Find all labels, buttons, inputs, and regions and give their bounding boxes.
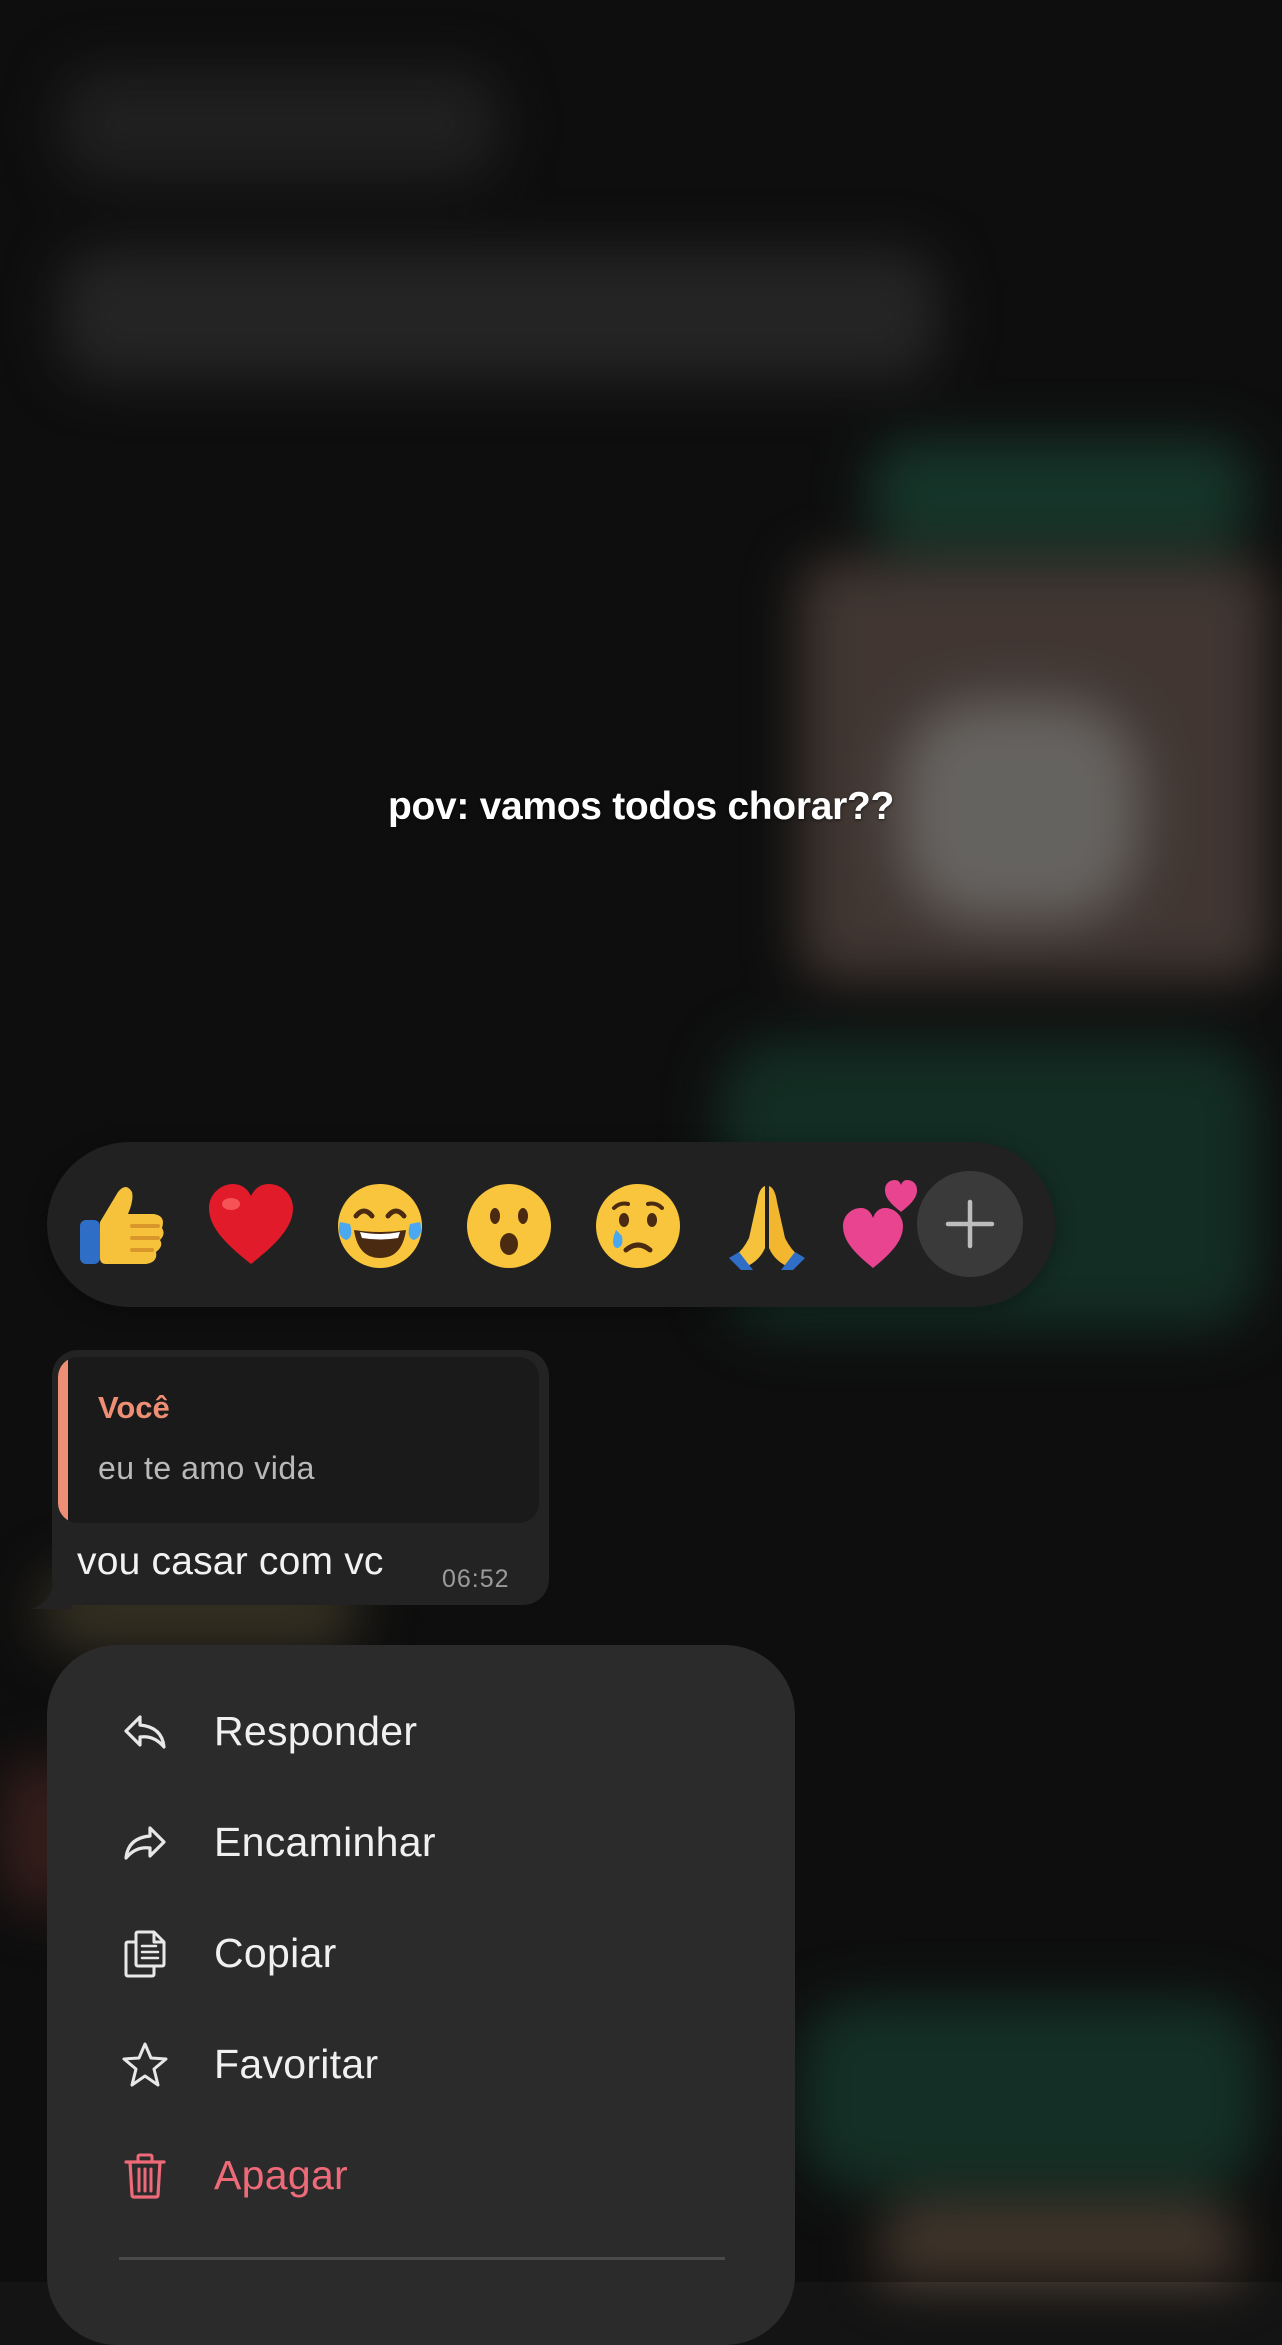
- plus-icon: [945, 1199, 995, 1249]
- reaction-surprised-face[interactable]: [459, 1178, 559, 1274]
- copy-icon: [119, 1928, 171, 1980]
- reaction-folded-hands[interactable]: [717, 1178, 817, 1274]
- folded-hands-icon: [729, 1186, 805, 1270]
- tears-of-joy-icon: [338, 1184, 422, 1268]
- add-reaction-button[interactable]: [917, 1171, 1023, 1277]
- menu-divider: [119, 2257, 725, 2260]
- star-icon: [119, 2039, 171, 2091]
- message-text: vou casar com vc: [77, 1540, 384, 1583]
- crying-face-icon: [596, 1184, 680, 1268]
- surprised-face-icon: [467, 1184, 551, 1268]
- message-context-menu: Responder Encaminhar Copiar Favoritar Ap…: [47, 1645, 795, 2345]
- menu-item-apagar[interactable]: Apagar: [47, 2124, 795, 2224]
- menu-label: Encaminhar: [214, 1819, 436, 1865]
- menu-label: Apagar: [214, 2152, 349, 2198]
- menu-item-responder[interactable]: Responder: [47, 1680, 795, 1780]
- reaction-crying-face[interactable]: [588, 1178, 688, 1274]
- menu-label: Favoritar: [214, 2041, 379, 2087]
- quoted-reply[interactable]: Você eu te amo vida: [58, 1357, 539, 1523]
- forward-icon: [119, 1817, 171, 1869]
- trash-icon: [119, 2150, 171, 2202]
- message-timestamp: 06:52: [442, 1565, 510, 1593]
- menu-label: Copiar: [214, 1930, 337, 1976]
- thumbs-up-icon: [80, 1187, 164, 1264]
- quote-accent-bar: [58, 1357, 68, 1523]
- menu-label: Responder: [214, 1708, 418, 1754]
- reply-icon: [119, 1706, 171, 1758]
- reaction-thumbs-up[interactable]: [72, 1178, 172, 1274]
- quote-author: Você: [98, 1390, 170, 1425]
- quote-text: eu te amo vida: [98, 1450, 315, 1486]
- heart-icon: [209, 1184, 293, 1264]
- menu-item-favoritar[interactable]: Favoritar: [47, 2013, 795, 2113]
- menu-item-encaminhar[interactable]: Encaminhar: [47, 1791, 795, 1891]
- menu-item-copiar[interactable]: Copiar: [47, 1902, 795, 2002]
- reaction-tears-of-joy[interactable]: [330, 1178, 430, 1274]
- story-caption: pov: vamos todos chorar??: [387, 785, 895, 828]
- reaction-red-heart[interactable]: [201, 1178, 301, 1274]
- reaction-bar: [47, 1142, 1055, 1307]
